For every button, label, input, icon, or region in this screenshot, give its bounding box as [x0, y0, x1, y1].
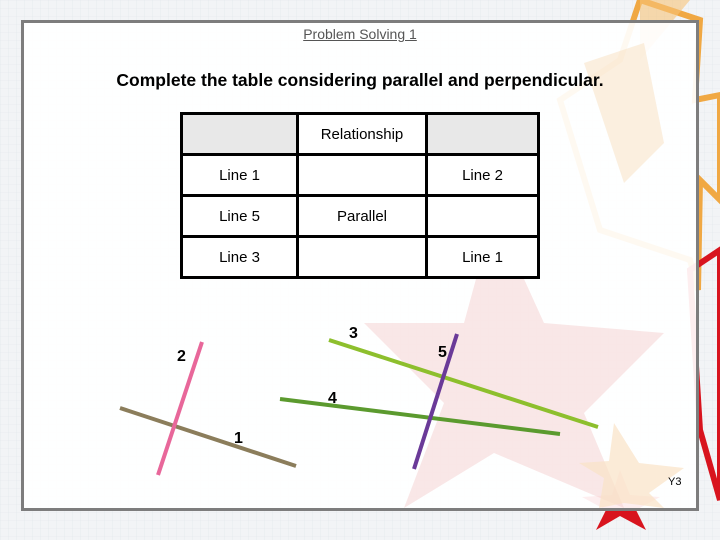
lines-diagram: 1 2 3 4 5	[119, 325, 599, 476]
line-5	[412, 333, 459, 470]
line-1	[119, 406, 297, 468]
line-3	[328, 338, 599, 429]
line-4	[279, 397, 561, 436]
slide-code: Y3	[668, 476, 682, 488]
line-label-4: 4	[328, 390, 337, 407]
line-label-2: 2	[177, 348, 186, 365]
line-label-1: 1	[234, 430, 243, 447]
line-label-3: 3	[349, 325, 358, 342]
line-label-5: 5	[438, 344, 447, 361]
